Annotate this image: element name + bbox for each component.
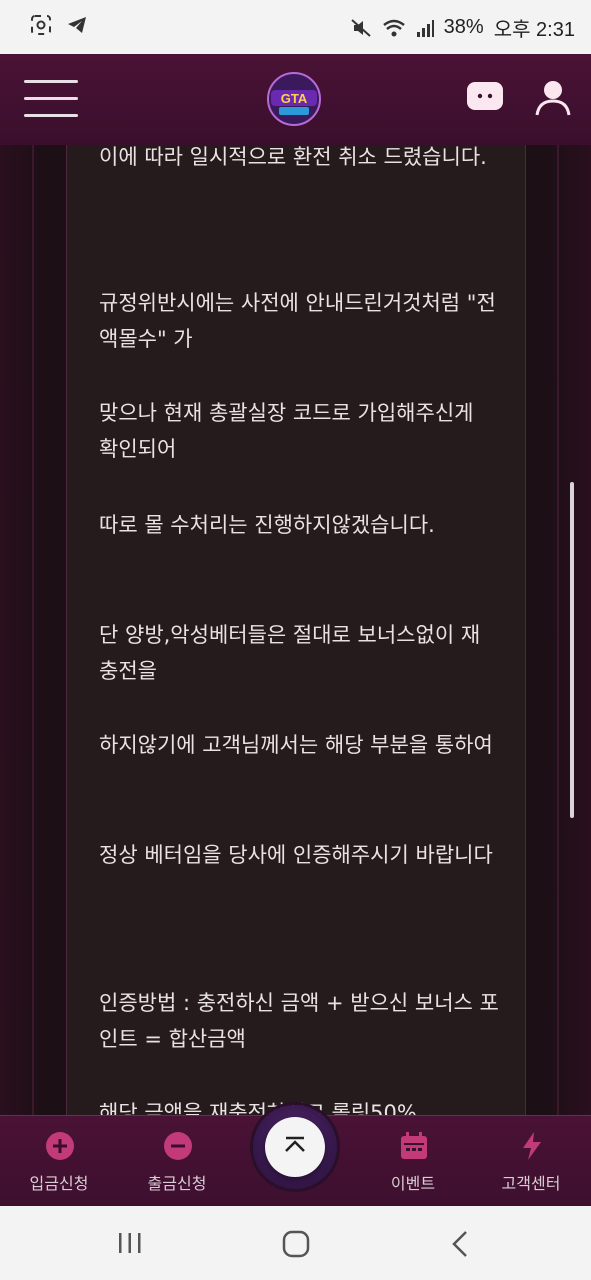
paragraph-4: 따로 몰 수처리는 진행하지않겠습니다. bbox=[99, 513, 435, 537]
recent-apps-icon[interactable] bbox=[116, 1231, 144, 1255]
lightning-icon bbox=[523, 1132, 541, 1160]
user-icon[interactable] bbox=[535, 79, 571, 117]
message-panel: 이에 따라 일시적으로 환전 취소 드렸습니다. 규정위반시에는 사전에 안내드… bbox=[66, 145, 526, 1115]
nav-support-label: 고객센터 bbox=[501, 1174, 561, 1193]
home-icon[interactable] bbox=[282, 1230, 310, 1258]
nav-withdraw[interactable]: 출금신청 bbox=[122, 1116, 232, 1207]
nav-event-label: 이벤트 bbox=[390, 1174, 436, 1193]
nav-withdraw-label: 출금신청 bbox=[147, 1174, 207, 1193]
battery-percent: 38% bbox=[443, 16, 484, 38]
minus-circle-icon bbox=[164, 1132, 192, 1160]
nav-deposit-label: 입금신청 bbox=[29, 1174, 89, 1193]
nav-event[interactable]: 이벤트 bbox=[358, 1116, 468, 1207]
scroll-top-button[interactable] bbox=[253, 1105, 337, 1189]
chevron-up-icon bbox=[285, 1136, 305, 1152]
telegram-icon bbox=[68, 17, 86, 33]
nav-support[interactable]: 고객센터 bbox=[476, 1116, 586, 1207]
paragraph-5: 단 양방,악성베터들은 절대로 보너스없이 재충전을 bbox=[99, 623, 481, 683]
nav-deposit[interactable]: 입금신청 bbox=[4, 1116, 114, 1207]
scroll-top-inner bbox=[265, 1117, 325, 1177]
status-bar: 38% 오후 2:31 bbox=[0, 0, 591, 54]
right-rail bbox=[557, 145, 559, 1115]
calendar-icon bbox=[401, 1132, 427, 1159]
back-icon[interactable] bbox=[450, 1230, 472, 1258]
gta-casino-logo[interactable]: GTA bbox=[265, 70, 323, 128]
hamburger-menu-button[interactable] bbox=[24, 80, 78, 118]
paragraph-2: 규정위반시에는 사전에 안내드린거것처럼 "전액몰수" 가 bbox=[99, 291, 496, 351]
screenshot-icon bbox=[31, 15, 51, 35]
chat-icon[interactable] bbox=[466, 81, 504, 113]
paragraph-8: 인증방법 : 충전하신 금액 + 받으신 보너스 포인트 = 합산금액 bbox=[99, 991, 499, 1051]
paragraph-1: 이에 따라 일시적으로 환전 취소 드렸습니다. bbox=[99, 145, 487, 169]
mute-icon bbox=[351, 18, 371, 37]
clock: 오후 2:31 bbox=[493, 19, 575, 41]
system-navigation-bar bbox=[0, 1206, 591, 1280]
paragraph-6: 하지않기에 고객님께서는 해당 부분을 통하여 bbox=[99, 733, 493, 757]
app-header: GTA bbox=[0, 54, 591, 146]
paragraph-7: 정상 베터임을 당사에 인증해주시기 바랍니다 bbox=[99, 843, 493, 867]
paragraph-3: 맞으나 현재 총괄실장 코드로 가입해주신게 확인되어 bbox=[99, 401, 474, 461]
signal-icon bbox=[416, 19, 434, 37]
svg-text:GTA: GTA bbox=[281, 91, 308, 106]
plus-circle-icon bbox=[46, 1132, 74, 1160]
wifi-icon bbox=[382, 19, 405, 36]
page-scrollbar[interactable] bbox=[570, 482, 574, 818]
left-rail bbox=[32, 145, 34, 1115]
